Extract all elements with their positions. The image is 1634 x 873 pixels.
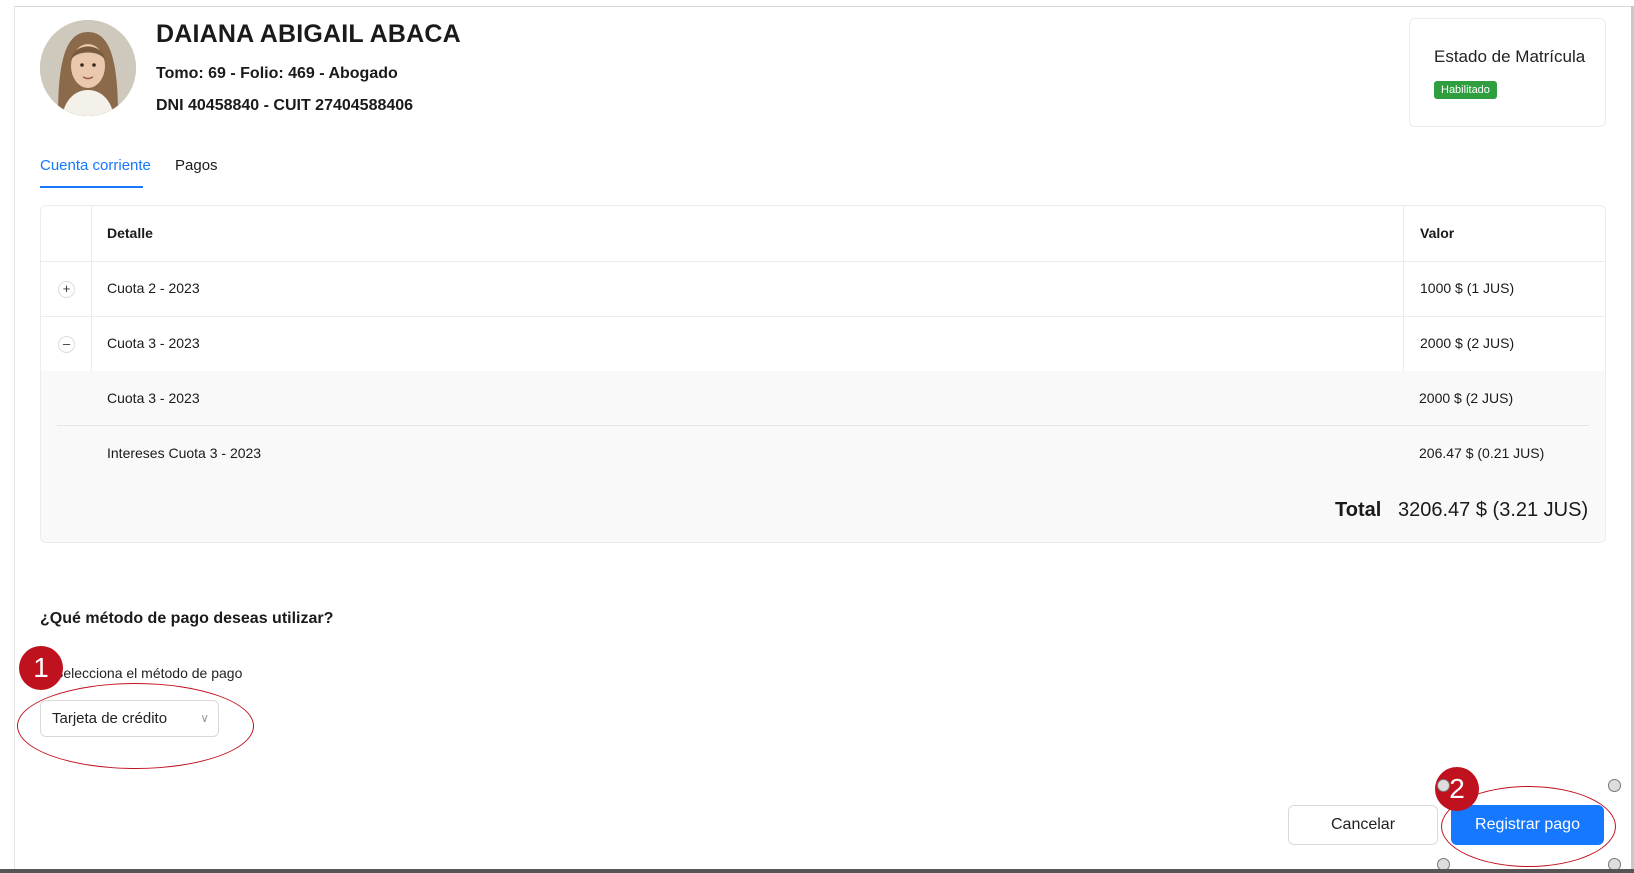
tab-cuenta-corriente[interactable]: Cuenta corriente (40, 157, 151, 174)
collapse-row-button[interactable]: – (58, 336, 75, 353)
subrow-value: 2000 $ (2 JUS) (1419, 390, 1514, 406)
header-value: Valor (1403, 206, 1565, 261)
row-value: 1000 $ (1 JUS) (1403, 261, 1565, 316)
header-expand-cell (41, 206, 92, 261)
expand-cell: + (41, 261, 92, 316)
avatar (40, 20, 136, 116)
status-title: Estado de Matrícula (1434, 47, 1586, 66)
tab-pagos[interactable]: Pagos (175, 157, 218, 174)
expand-cell: – (41, 316, 92, 371)
total-label: Total (1335, 499, 1382, 521)
subrow-detail: Intereses Cuota 3 - 2023 (107, 445, 262, 461)
expand-row-button[interactable]: + (58, 281, 75, 298)
total-value: 3206.47 $ (3.21 JUS) (1398, 499, 1589, 521)
payment-question: ¿Qué método de pago deseas utilizar? (40, 610, 334, 627)
sub-row: Cuota 3 - 2023 2000 $ (2 JUS) (41, 371, 1605, 426)
total-row: Total 3206.47 $ (3.21 JUS) (41, 481, 1605, 542)
header-detail: Detalle (107, 225, 153, 241)
resize-handle[interactable] (1437, 779, 1450, 792)
account-table: Detalle Valor + Cuota 2 - 2023 1000 $ (1… (40, 205, 1606, 543)
status-badge: Habilitado (1434, 81, 1497, 99)
annotation-ellipse-1 (17, 683, 254, 769)
table-row: – Cuota 3 - 2023 2000 $ (2 JUS) (41, 316, 1605, 372)
row-detail: Cuota 3 - 2023 (107, 335, 200, 351)
row-value: 2000 $ (2 JUS) (1403, 316, 1565, 371)
lawyer-name: DAIANA ABIGAIL ABACA (156, 20, 461, 48)
subrow-value: 206.47 $ (0.21 JUS) (1419, 445, 1545, 461)
row-detail: Cuota 2 - 2023 (107, 280, 200, 296)
table-row: + Cuota 2 - 2023 1000 $ (1 JUS) (41, 261, 1605, 317)
registration-info: Tomo: 69 - Folio: 469 - Abogado (156, 65, 398, 82)
annotation-badge-1: 1 (19, 646, 63, 690)
subrow-detail: Cuota 3 - 2023 (107, 390, 200, 406)
resize-handle[interactable] (1608, 779, 1621, 792)
payment-select-label: Selecciona el método de pago (54, 665, 243, 681)
window-bottom-edge (0, 869, 1634, 873)
id-info: DNI 40458840 - CUIT 27404588406 (156, 97, 414, 114)
cancel-button[interactable]: Cancelar (1288, 805, 1438, 845)
table-header: Detalle Valor (41, 206, 1605, 262)
active-tab-indicator (40, 186, 143, 188)
status-card: Estado de Matrícula Habilitado (1409, 18, 1606, 127)
sub-row: Intereses Cuota 3 - 2023 206.47 $ (0.21 … (41, 426, 1605, 482)
